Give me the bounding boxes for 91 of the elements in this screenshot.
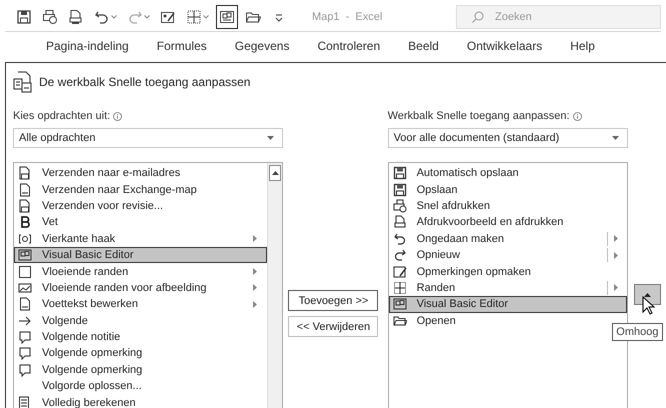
- scrollbar[interactable]: [267, 163, 282, 408]
- dropdown-arrow-icon: [612, 136, 620, 140]
- submenu-arrow-icon: [614, 235, 618, 242]
- image-icon: [18, 280, 32, 295]
- save-icon: [392, 182, 407, 197]
- cursor-icon: [642, 296, 656, 316]
- list-item[interactable]: Opslaan: [388, 181, 628, 198]
- dropdown-arrow-icon: [267, 136, 274, 140]
- list-item[interactable]: Randen: [388, 280, 628, 296]
- field-label: Kies opdrachten uit:: [13, 110, 110, 122]
- move-up-button[interactable]: [634, 284, 662, 305]
- square-icon: [18, 264, 32, 279]
- caret-icon: [111, 14, 117, 18]
- add-button[interactable]: Toevoegen >>: [288, 290, 378, 311]
- document-icon: [392, 215, 407, 230]
- submenu-arrow-icon: [253, 235, 258, 242]
- list-item[interactable]: Snel afdrukken: [388, 198, 628, 214]
- ribbon-tab[interactable]: Controleren: [317, 39, 380, 53]
- note-icon: [18, 330, 32, 344]
- list-item[interactable]: Voettekst bewerken: [14, 296, 268, 313]
- ribbon-tab[interactable]: Pagina-indeling: [46, 39, 129, 53]
- ribbon-tab[interactable]: Ontwikkelaars: [466, 39, 542, 53]
- list-item[interactable]: Verzenden naar Exchange-map: [14, 181, 268, 198]
- submenu-arrow-icon: [614, 252, 618, 259]
- document-icon: [18, 182, 32, 197]
- toolbar-icon: [13, 71, 33, 93]
- submenu-arrow-icon: [253, 300, 258, 308]
- arrow-icon: [18, 314, 32, 328]
- list-item[interactable]: Volgende opmerking: [14, 362, 268, 378]
- dialog-heading: De werkbalk Snelle toegang aanpassen: [39, 75, 250, 89]
- submenu-arrow-icon: [614, 284, 618, 292]
- list-item[interactable]: Visual Basic Editor: [388, 296, 628, 313]
- redo-icon: [392, 248, 407, 262]
- save-icon: [16, 8, 32, 24]
- list-item[interactable]: Opnieuw: [388, 246, 628, 264]
- up-arrow-icon: [272, 171, 279, 175]
- caret-icon: [144, 14, 150, 18]
- list-item[interactable]: Visual Basic Editor: [14, 246, 268, 264]
- list-item[interactable]: Volgende notitie: [14, 328, 268, 346]
- list-item[interactable]: Automatisch opslaan: [388, 165, 628, 182]
- printer-icon: [392, 198, 407, 213]
- list-item[interactable]: Volgende opmerking: [14, 345, 268, 362]
- dropdown[interactable]: Alle opdrachten: [13, 128, 284, 148]
- editor-icon: [219, 8, 235, 24]
- toolbar-button[interactable]: [216, 4, 238, 28]
- ribbon-tab[interactable]: Help: [570, 39, 595, 53]
- list-item[interactable]: Verzenden naar e-mailadres: [14, 165, 268, 182]
- list-item[interactable]: Volgorde oplossen...: [14, 378, 268, 394]
- list-item[interactable]: Ongedaan maken: [388, 230, 628, 247]
- list-item[interactable]: Volledig berekenen: [14, 394, 268, 408]
- tooltip: Omhoog: [612, 323, 662, 341]
- editor-icon: [18, 248, 32, 262]
- printer-icon: [42, 8, 58, 24]
- borders-icon: [186, 8, 202, 24]
- window-title: Map1 - Excel: [312, 10, 384, 22]
- caret-icon: [203, 14, 209, 18]
- field-label: Werkbalk Snelle toegang aanpassen:: [388, 110, 570, 122]
- list-item[interactable]: Vierkante haak: [14, 230, 268, 247]
- undo-icon: [392, 232, 407, 246]
- bracket-icon: [18, 232, 32, 246]
- list-item[interactable]: Volgende: [14, 312, 268, 329]
- dropdown[interactable]: Voor alle documenten (standaard): [388, 128, 628, 148]
- save-icon: [392, 166, 407, 180]
- mail-icon: [18, 198, 32, 213]
- info-icon: [572, 112, 582, 120]
- comment-icon: [392, 264, 407, 279]
- document-icon: [68, 8, 84, 24]
- mail-icon: [18, 166, 32, 180]
- scroll-up-button[interactable]: [269, 165, 282, 181]
- remove-button[interactable]: << Verwijderen: [288, 316, 378, 337]
- submenu-arrow-icon: [253, 268, 258, 276]
- list-item[interactable]: Verzenden voor revisie...: [14, 198, 268, 214]
- ribbon-tab[interactable]: Formules: [156, 39, 207, 53]
- up-arrow-icon: [644, 292, 652, 296]
- list-item[interactable]: Opmerkingen opmaken: [388, 263, 628, 280]
- list-item[interactable]: Afdrukvoorbeeld en afdrukken: [388, 214, 628, 231]
- folder-icon: [392, 314, 407, 328]
- list-item[interactable]: Vet: [14, 214, 268, 231]
- note-icon: [18, 346, 32, 360]
- editor-icon: [392, 297, 407, 312]
- list-item[interactable]: Vloeiende randen voor afbeelding: [14, 280, 268, 296]
- borders-icon: [392, 280, 407, 295]
- ribbon-tab[interactable]: Beeld: [408, 39, 439, 53]
- document-icon: [18, 297, 32, 312]
- bold-icon: [18, 215, 32, 230]
- ribbon-tab[interactable]: Gegevens: [234, 39, 290, 53]
- list-item[interactable]: Vloeiende randen: [14, 263, 268, 280]
- info-icon: [113, 112, 122, 120]
- submenu-arrow-icon: [253, 284, 258, 292]
- note-icon: [18, 362, 32, 377]
- search-field[interactable]: Zoeken: [456, 4, 661, 28]
